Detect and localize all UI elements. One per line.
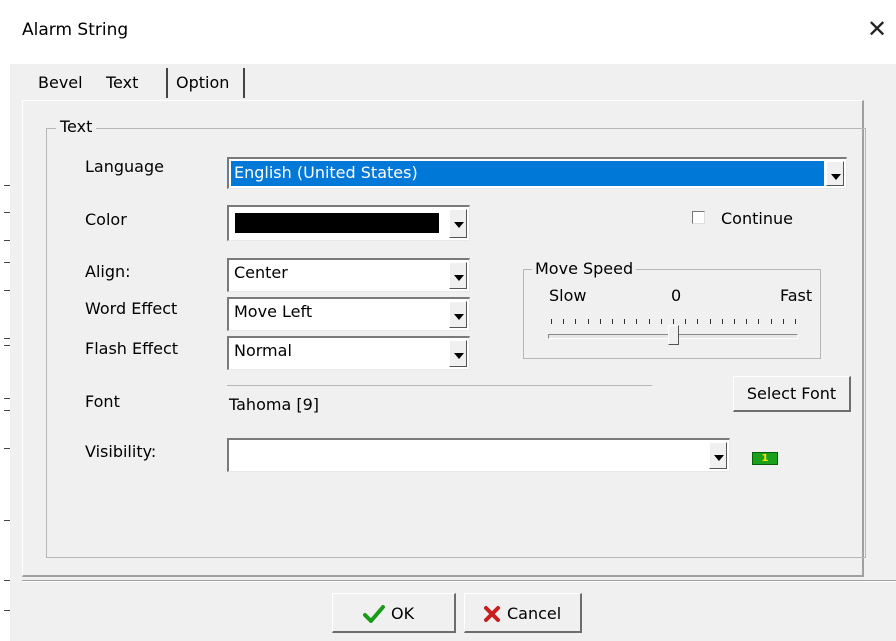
slider-tick <box>795 319 796 324</box>
slider-tick <box>624 319 626 324</box>
continue-label: Continue <box>721 209 793 228</box>
visibility-select[interactable] <box>227 438 730 472</box>
cancel-button[interactable]: Cancel <box>464 593 582 633</box>
word-effect-label: Word Effect <box>85 299 178 318</box>
fast-label: Fast <box>780 286 813 305</box>
slider-tick <box>758 319 760 324</box>
title-bar <box>10 0 896 64</box>
cross-icon <box>484 606 500 622</box>
slider-tick <box>563 319 565 324</box>
continue-checkbox[interactable] <box>692 211 705 224</box>
move-speed-legend: Move Speed <box>532 259 637 278</box>
align-label: Align: <box>85 262 131 281</box>
slider-tick <box>685 319 687 324</box>
text-group-legend: Text <box>56 117 97 136</box>
slider-tick <box>599 319 601 324</box>
ok-button[interactable]: OK <box>332 593 456 633</box>
slider-tick <box>660 319 662 324</box>
visibility-label: Visibility: <box>85 442 157 461</box>
chevron-down-icon[interactable] <box>449 262 467 289</box>
close-icon: ✕ <box>866 15 888 43</box>
color-picker[interactable] <box>227 205 470 241</box>
slider-tick <box>770 319 772 324</box>
tab-option[interactable]: Option <box>176 70 229 96</box>
slider-tick <box>721 319 723 324</box>
slider-tick <box>575 319 577 324</box>
flash-effect-value: Normal <box>234 341 292 360</box>
visibility-badge: 1 <box>752 452 778 465</box>
speed-value-label: 0 <box>671 286 682 305</box>
tab-bevel[interactable]: Bevel <box>38 70 83 96</box>
window-title: Alarm String <box>22 20 129 40</box>
slow-label: Slow <box>549 286 587 305</box>
slider-tick <box>673 319 674 324</box>
slider-tick <box>697 319 699 324</box>
slider-tick <box>746 319 748 324</box>
slider-tick <box>709 319 711 324</box>
tab-text[interactable]: Text <box>106 70 138 96</box>
language-select[interactable]: English (United States) <box>227 157 847 189</box>
chevron-down-icon[interactable] <box>826 161 844 186</box>
font-label: Font <box>85 392 120 411</box>
color-swatch <box>235 213 439 233</box>
check-icon <box>363 605 385 623</box>
slider-tick <box>636 319 638 324</box>
tab-separator <box>243 68 245 98</box>
move-speed-groupbox <box>523 269 821 359</box>
flash-effect-select[interactable]: Normal <box>227 336 470 370</box>
word-effect-select[interactable]: Move Left <box>227 297 470 331</box>
chevron-down-icon[interactable] <box>449 301 467 328</box>
align-value: Center <box>234 263 288 282</box>
language-value: English (United States) <box>234 163 418 182</box>
chevron-down-icon[interactable] <box>709 442 727 469</box>
font-value: Tahoma [9] <box>229 395 319 414</box>
bottom-separator-highlight <box>22 581 896 582</box>
slider-tick <box>612 319 613 324</box>
word-effect-value: Move Left <box>234 302 313 321</box>
ok-label: OK <box>391 604 415 623</box>
slider-tick <box>782 319 784 324</box>
chevron-down-icon[interactable] <box>449 209 467 238</box>
slider-tick <box>734 319 735 324</box>
move-speed-slider-thumb[interactable] <box>668 325 679 345</box>
slider-tick <box>648 319 650 324</box>
align-select[interactable]: Center <box>227 258 470 292</box>
select-font-button[interactable]: Select Font <box>733 376 851 412</box>
close-button[interactable]: ✕ <box>862 14 892 44</box>
cancel-label: Cancel <box>507 604 562 623</box>
flash-effect-label: Flash Effect <box>85 339 179 358</box>
color-label: Color <box>85 210 127 229</box>
language-label: Language <box>85 157 164 176</box>
font-separator <box>227 385 652 386</box>
chevron-down-icon[interactable] <box>449 340 467 367</box>
slider-tick <box>587 319 589 324</box>
slider-tick <box>551 319 552 324</box>
tab-separator <box>166 68 168 98</box>
